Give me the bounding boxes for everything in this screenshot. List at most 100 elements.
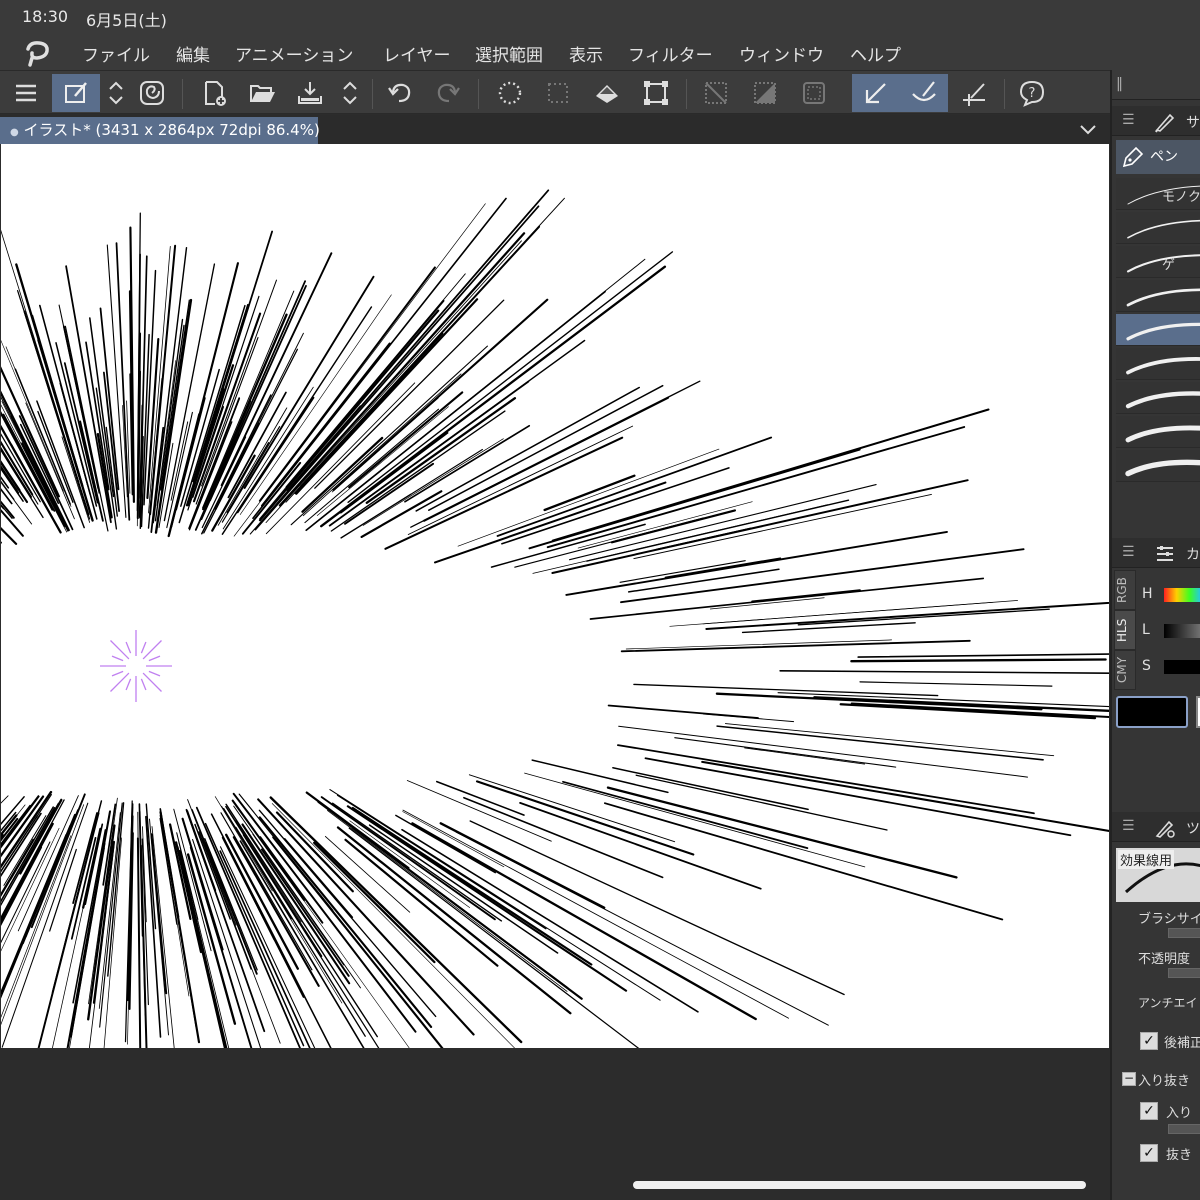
taper-in-checkbox[interactable]: ✓	[1140, 1102, 1158, 1120]
menu-icon	[16, 84, 36, 102]
menu-help[interactable]: ヘルプ	[850, 41, 901, 66]
command-bar: ?	[0, 70, 1110, 114]
brush-item[interactable]	[1116, 382, 1200, 414]
undo-button[interactable]	[380, 74, 420, 112]
brush-preview: 効果線用	[1116, 848, 1200, 902]
saturation-slider[interactable]	[1164, 660, 1200, 674]
open-button[interactable]	[242, 74, 282, 112]
opacity-slider[interactable]	[1168, 968, 1200, 978]
redo-icon	[437, 83, 460, 103]
brush-item[interactable]	[1116, 348, 1200, 380]
menu-animation[interactable]: アニメーション	[235, 41, 353, 66]
main-color-swatch[interactable]	[1116, 696, 1188, 728]
ruler-toggle-button[interactable]	[954, 74, 994, 112]
brush-snap-icon	[912, 81, 936, 102]
panel-menu-icon[interactable]: ☰	[1122, 112, 1135, 128]
brush-stroke-preview	[1125, 391, 1200, 409]
menu-selection[interactable]: 選択範囲	[475, 41, 543, 66]
hamburger-menu-button[interactable]	[6, 74, 46, 112]
subtool-panel-header: ☰ サ	[1112, 106, 1200, 136]
menu-view[interactable]: 表示	[569, 41, 603, 66]
hue-slider[interactable]	[1164, 588, 1200, 602]
selection-dots-icon	[548, 83, 568, 103]
open-folder-icon	[250, 85, 275, 102]
sub-color-swatch[interactable]	[1196, 696, 1200, 728]
document-tab-bar: ● イラスト* (3431 x 2864px 72dpi 86.4%)	[0, 115, 1110, 144]
menu-file[interactable]: ファイル	[82, 41, 150, 66]
brush-item[interactable]: ゲ	[1116, 246, 1200, 278]
deselect-icon	[705, 82, 727, 104]
document-tab-dot-icon: ●	[10, 127, 19, 138]
edit-mode-icon	[65, 82, 87, 103]
preset-name: 効果線用	[1118, 850, 1175, 869]
brush-item[interactable]	[1116, 416, 1200, 448]
brush-size-slider[interactable]	[1168, 928, 1200, 938]
drawing-canvas[interactable]	[1, 144, 1109, 1048]
brush-stroke-preview	[1126, 288, 1200, 307]
taper-label: 入り抜き	[1138, 1074, 1191, 1089]
fill-button[interactable]	[587, 74, 627, 112]
snap-to-special-ruler-button[interactable]	[900, 74, 948, 112]
selection-border-button[interactable]	[794, 74, 834, 112]
home-indicator[interactable]	[633, 1181, 1086, 1189]
document-tab[interactable]: ● イラスト* (3431 x 2864px 72dpi 86.4%)	[0, 117, 320, 144]
brush-size-label: ブラシサイ	[1138, 912, 1200, 927]
panel-menu-icon[interactable]: ☰	[1122, 544, 1135, 560]
stabilization-checkbox[interactable]: ✓	[1140, 1032, 1158, 1050]
invert-selection-button[interactable]	[745, 74, 785, 112]
focus-point-marker-icon[interactable]	[100, 630, 172, 702]
brush-item[interactable]	[1116, 280, 1200, 312]
taper-in-label: 入り	[1166, 1106, 1193, 1121]
mode-toggle-button[interactable]	[96, 74, 136, 112]
save-options-button[interactable]	[330, 74, 370, 112]
save-button[interactable]	[290, 74, 330, 112]
brush-stroke-preview	[1126, 254, 1200, 273]
up-down-icon	[109, 81, 123, 105]
select-all-button[interactable]	[490, 74, 530, 112]
menu-filter[interactable]: フィルター	[628, 41, 713, 66]
taper-out-checkbox[interactable]: ✓	[1140, 1144, 1158, 1162]
clip-studio-logo-icon[interactable]	[22, 39, 56, 67]
brush-item[interactable]	[1116, 212, 1200, 244]
color-panel-title: カ	[1186, 547, 1200, 563]
chevron-down-icon[interactable]	[1078, 119, 1098, 139]
brush-stroke-preview	[1126, 357, 1200, 375]
invert-selection-icon	[754, 82, 776, 104]
fill-icon	[596, 85, 618, 103]
spiral-button[interactable]	[132, 74, 172, 112]
tab-hls[interactable]: HLS	[1114, 610, 1136, 650]
brush-item[interactable]	[1116, 450, 1200, 482]
taper-in-slider[interactable]	[1168, 1124, 1200, 1134]
grip-icon: ‖	[1116, 76, 1123, 92]
edit-mode-button[interactable]	[52, 74, 100, 112]
ruler-icon	[963, 83, 985, 106]
tool-property-header: ☰ ツ	[1112, 812, 1200, 842]
taper-collapse-toggle[interactable]: −	[1122, 1072, 1136, 1086]
menu-layer[interactable]: レイヤー	[383, 41, 451, 66]
lightness-slider[interactable]	[1164, 624, 1200, 638]
menu-edit[interactable]: 編集	[176, 41, 210, 66]
tab-cmy[interactable]: CMY	[1114, 650, 1136, 690]
status-time: 18:30	[22, 7, 69, 26]
new-file-button[interactable]	[194, 74, 234, 112]
pen-nib-icon	[1122, 146, 1144, 168]
deselect-button[interactable]	[696, 74, 736, 112]
brush-item[interactable]	[1116, 314, 1200, 346]
dock-grip[interactable]: ‖	[1112, 70, 1200, 100]
help-button[interactable]: ?	[1012, 74, 1052, 112]
brush-item[interactable]: モノク	[1116, 178, 1200, 210]
status-date: 6月5日(土)	[86, 11, 167, 30]
tab-rgb[interactable]: RGB	[1114, 570, 1136, 610]
tool-settings-icon	[1155, 820, 1175, 838]
save-icon	[298, 82, 322, 104]
selection-launcher-button[interactable]	[538, 74, 578, 112]
redo-button[interactable]	[428, 74, 468, 112]
brush-label: モノク	[1162, 190, 1200, 205]
color-panel-header: ☰ カ	[1112, 538, 1200, 568]
snap-to-ruler-button[interactable]	[852, 74, 900, 112]
menu-window[interactable]: ウィンドウ	[739, 41, 824, 66]
subtool-panel-title: サ	[1186, 115, 1200, 131]
panel-menu-icon[interactable]: ☰	[1122, 818, 1135, 834]
brush-stroke-preview	[1125, 425, 1200, 443]
transform-button[interactable]	[636, 74, 676, 112]
